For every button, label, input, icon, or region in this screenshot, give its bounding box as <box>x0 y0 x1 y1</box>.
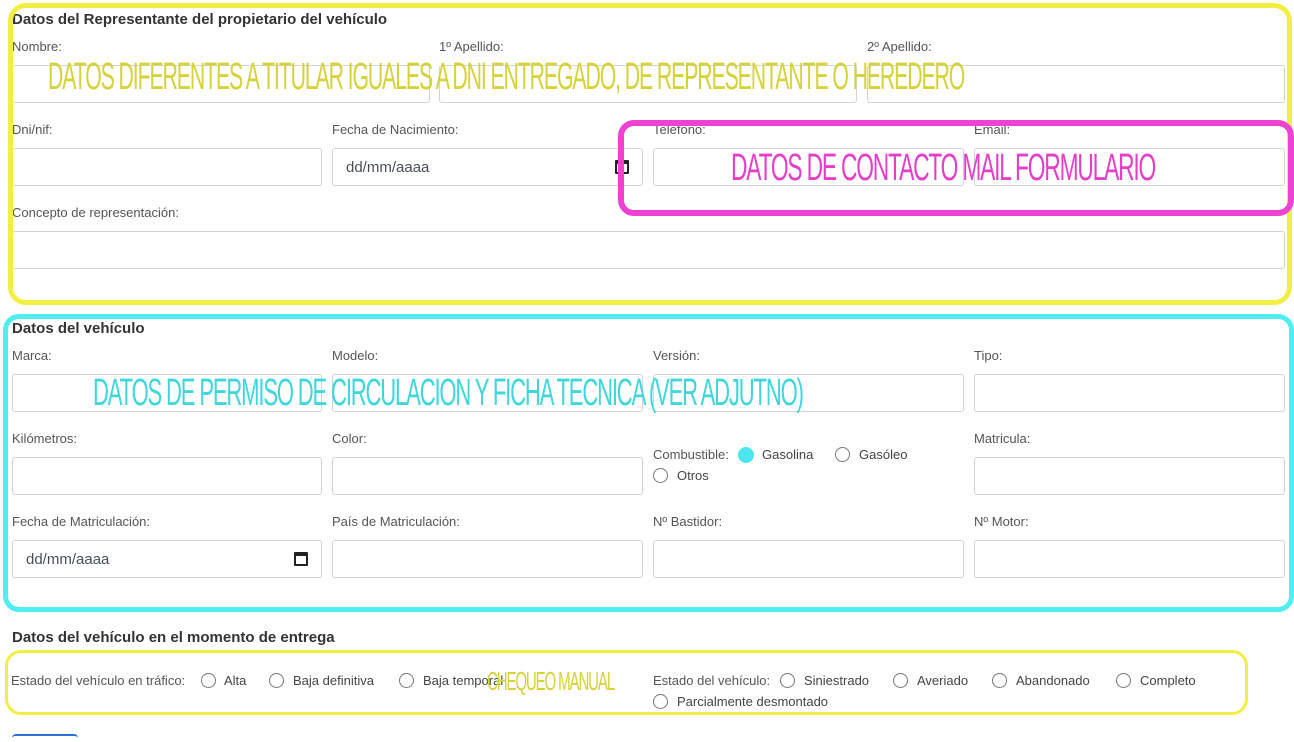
section-title-delivery: Datos del vehículo en el momento de entr… <box>12 629 335 646</box>
annotation-text-manual-check: CHEQUEO MANUAL <box>487 666 615 696</box>
annotation-text-contact: DATOS DE CONTACTO MAIL FORMULARIO <box>731 147 1156 189</box>
annotation-frame-manual-check <box>5 650 1248 715</box>
annotation-text-representative: DATOS DIFERENTES A TITULAR IGUALES A DNI… <box>48 56 965 98</box>
annotation-frame-vehicle <box>3 314 1294 612</box>
submit-button-edge[interactable] <box>12 734 78 742</box>
annotation-text-vehicle: DATOS DE PERMISO DE CIRCULACION Y FICHA … <box>93 372 804 414</box>
